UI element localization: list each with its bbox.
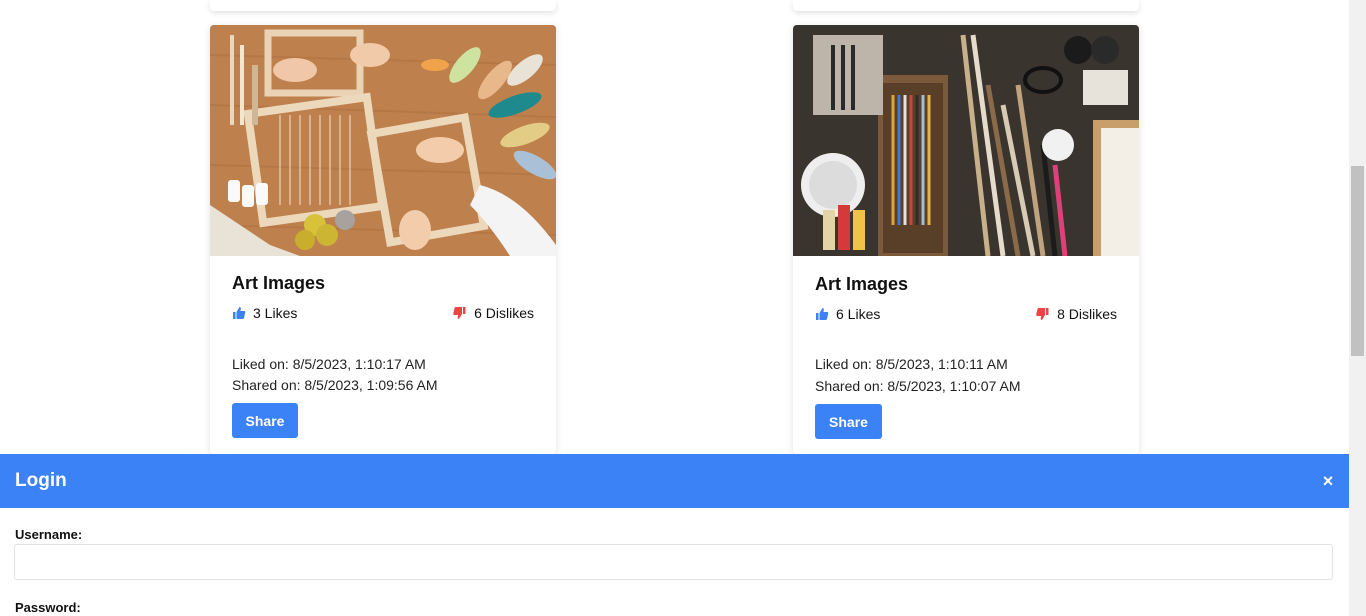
- page: Art Images 3 Likes 6 Dislikes Liked on: …: [0, 0, 1366, 616]
- dislikes-count: 8 Dislikes: [1057, 306, 1117, 322]
- dislikes-count: 6 Dislikes: [474, 305, 534, 321]
- previous-card-bottom: [793, 0, 1139, 11]
- shared-on-text: Shared on: 8/5/2023, 1:10:07 AM: [815, 378, 1021, 394]
- scrollbar-thumb[interactable]: [1351, 166, 1364, 356]
- post-card: Art Images 3 Likes 6 Dislikes Liked on: …: [210, 25, 556, 454]
- login-title: Login: [15, 470, 67, 491]
- like-button[interactable]: 3 Likes: [232, 305, 297, 321]
- card-title: Art Images: [815, 274, 909, 294]
- password-label: Password:: [15, 600, 81, 615]
- likes-count: 6 Likes: [836, 306, 881, 322]
- thumbs-down-icon: [453, 307, 466, 319]
- previous-card-bottom: [210, 0, 556, 11]
- reaction-stats: 6 Likes 8 Dislikes: [815, 306, 1117, 324]
- login-header: Login ×: [0, 454, 1349, 508]
- thumbs-up-icon: [816, 308, 829, 320]
- close-icon[interactable]: ×: [1321, 471, 1335, 491]
- username-label: Username:: [15, 527, 83, 542]
- like-button[interactable]: 6 Likes: [815, 306, 880, 322]
- dislike-button[interactable]: 8 Dislikes: [1035, 306, 1117, 322]
- post-card: Art Images 6 Likes 8 Dislikes Liked on: …: [793, 25, 1139, 454]
- username-input[interactable]: [14, 544, 1333, 580]
- shared-on-text: Shared on: 8/5/2023, 1:09:56 AM: [232, 377, 438, 393]
- liked-on-text: Liked on: 8/5/2023, 1:10:11 AM: [815, 356, 1008, 372]
- card-image-art-supplies: [793, 25, 1139, 256]
- card-image-weaving: [210, 25, 556, 256]
- share-button[interactable]: Share: [815, 404, 882, 439]
- likes-count: 3 Likes: [253, 305, 298, 321]
- card-title: Art Images: [232, 273, 326, 293]
- reaction-stats: 3 Likes 6 Dislikes: [232, 305, 534, 323]
- dislike-button[interactable]: 6 Dislikes: [452, 305, 534, 321]
- liked-on-text: Liked on: 8/5/2023, 1:10:17 AM: [232, 356, 426, 372]
- share-button[interactable]: Share: [232, 403, 298, 438]
- thumbs-up-icon: [233, 307, 246, 319]
- thumbs-down-icon: [1036, 308, 1049, 320]
- login-panel: Login × Username: Password:: [0, 454, 1349, 616]
